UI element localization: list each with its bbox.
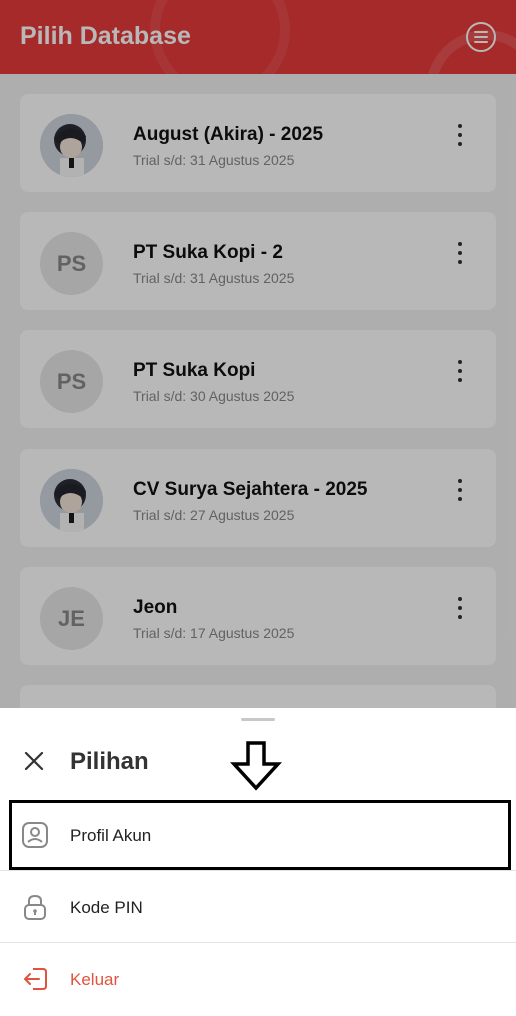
close-icon[interactable] [22, 749, 46, 773]
option-label: Keluar [70, 970, 120, 989]
option-profil-akun[interactable]: Profil Akun [0, 800, 516, 872]
dim-overlay[interactable] [0, 0, 516, 708]
drag-handle[interactable] [241, 718, 275, 721]
sheet-title: Pilihan [70, 748, 149, 775]
logout-icon [24, 968, 47, 990]
option-label: Kode PIN [70, 898, 143, 917]
options-bottom-sheet: Pilihan Profil Akun Kode PIN Keluar [0, 708, 516, 1016]
divider [0, 942, 516, 943]
option-kode-pin[interactable]: Kode PIN [0, 872, 516, 944]
lock-icon [24, 894, 46, 920]
user-profile-icon [22, 822, 48, 848]
down-arrow-icon [230, 741, 282, 791]
option-keluar[interactable]: Keluar [0, 944, 516, 1016]
divider [0, 870, 516, 871]
option-label: Profil Akun [70, 826, 152, 845]
